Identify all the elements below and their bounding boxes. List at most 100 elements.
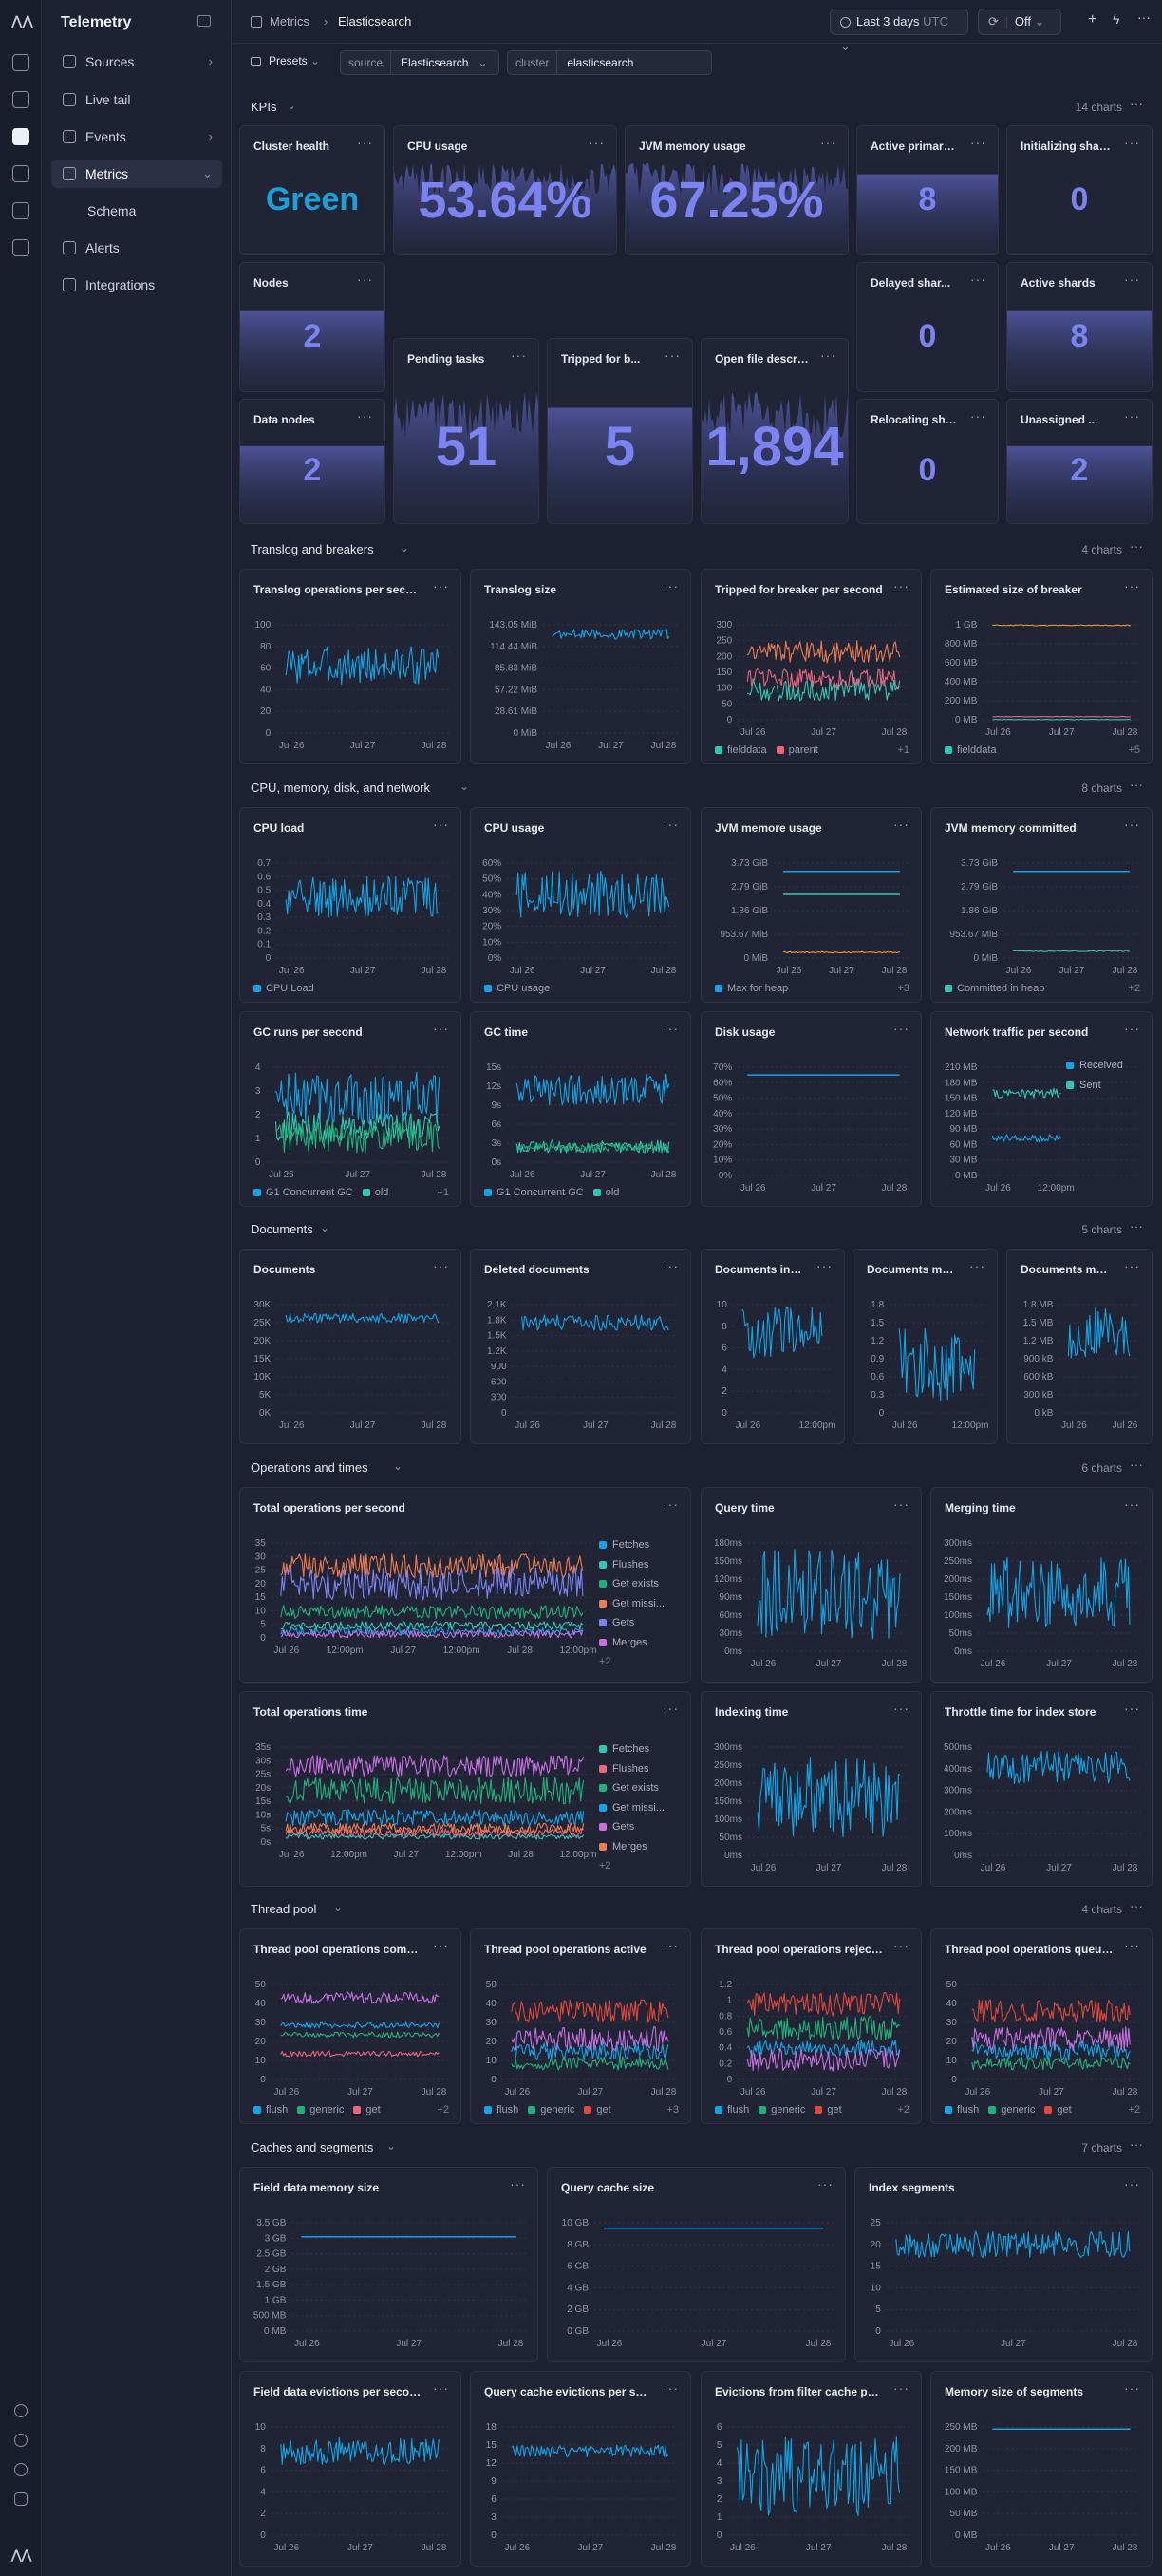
legend-item[interactable]: flush — [253, 2104, 288, 2115]
legend-item[interactable]: fielddata — [945, 744, 997, 756]
kpi-card-unassigned[interactable]: Unassigned ... ··· 2 — [1006, 399, 1153, 524]
cluster-filter[interactable]: cluster elasticsearch — [507, 50, 712, 75]
kpi-card-cluster-health[interactable]: Cluster health ··· Green — [239, 125, 385, 255]
sidebar-item-events[interactable]: Events › — [51, 122, 222, 151]
chart-card-cpu-usage[interactable]: CPU usage ··· 60% 50% 40% 30% 20% 10% 0% Jul 26 Ju… — [470, 807, 691, 1003]
chart-card-merging-time[interactable]: Merging time ··· 300ms 250ms 200ms 150ms 100ms… — [930, 1487, 1153, 1683]
more-options-icon[interactable]: ··· — [1130, 1218, 1143, 1233]
chart-card-filter-evictions[interactable]: Evictions from filter cache per se...···… — [701, 2371, 922, 2567]
legend-item[interactable]: get — [353, 2104, 381, 2115]
legend-more[interactable]: +3 — [897, 983, 909, 994]
add-icon[interactable]: + — [1088, 11, 1096, 28]
legend-item[interactable]: Get missi... — [599, 1598, 665, 1618]
legend-item[interactable]: Received — [1066, 1060, 1123, 1080]
legend-item[interactable]: CPU Load — [253, 983, 314, 994]
help-icon[interactable] — [14, 2434, 28, 2447]
more-options-icon[interactable]: ··· — [1130, 1898, 1143, 1913]
lightning-icon[interactable]: ϟ — [1113, 11, 1119, 27]
legend-item[interactable]: Flushes — [599, 1559, 665, 1579]
legend-more[interactable]: +2 — [599, 1860, 665, 1880]
more-options-icon[interactable]: ··· — [1137, 9, 1151, 25]
legend-item[interactable]: get — [815, 2104, 842, 2115]
more-options-icon[interactable]: ··· — [970, 272, 986, 287]
chart-card-docs-merged-size[interactable]: Documents merge...···1.8 MB1.5 MB1.2 MB9… — [1006, 1249, 1153, 1444]
incidents-icon[interactable] — [12, 165, 29, 182]
chart-card-network[interactable]: Network traffic per second ··· 210 MB 180 M… — [930, 1011, 1153, 1207]
more-options-icon[interactable]: ··· — [1130, 777, 1143, 792]
legend-more[interactable]: +5 — [1128, 744, 1140, 756]
legend-more[interactable]: +2 — [897, 2104, 909, 2115]
theme-icon[interactable] — [14, 2463, 28, 2476]
legend-item[interactable]: Merges — [599, 1841, 665, 1861]
monitor-icon[interactable] — [12, 91, 29, 108]
kpi-card-cpu-usage[interactable]: CPU usage ··· 53.64% — [393, 125, 617, 255]
time-range-picker[interactable]: Last 3 days UTC ⌄ — [830, 9, 968, 53]
chart-card-gc-time[interactable]: GC time ··· 15s 12s 9s 6s 3s 0s Jul 26 Jul 27 Jul … — [470, 1011, 691, 1207]
section-kpis[interactable]: KPIs ⌄ 14 charts ··· — [251, 96, 1143, 120]
sidebar-item-schema[interactable]: Schema — [51, 197, 222, 225]
user-avatar-icon[interactable]: ⋀⋀ — [11, 2548, 31, 2563]
chart-card-documents[interactable]: Documents ··· 30K 25K 20K 15K 10K 5K 0K Jul 26 Jul… — [239, 1249, 461, 1444]
chart-card-total-ops[interactable]: Total operations per second ··· 35 30 25 20 15… — [239, 1487, 691, 1683]
legend-item[interactable]: Fetches — [599, 1539, 665, 1559]
kpi-card-delayed[interactable]: Delayed shar... ··· 0 — [856, 262, 999, 392]
section-ops[interactable]: Operations and times ⌄ 6 charts ··· — [251, 1457, 1143, 1480]
more-options-icon[interactable]: ··· — [1130, 1457, 1143, 1472]
kpi-card-open-files[interactable]: Open file descripto...···1,894 — [701, 338, 849, 524]
legend-item[interactable]: fielddata — [715, 744, 767, 756]
chart-card-query-time[interactable]: Query time ··· 180ms 150ms 120ms 90ms 60ms 30ms… — [701, 1487, 922, 1683]
chart-card-fd-evictions[interactable]: Field data evictions per second ··· 10 8 6 4 2… — [239, 2371, 461, 2567]
presets-button[interactable]: Presets ⌄ — [251, 54, 320, 67]
legend-item[interactable]: Get exists — [599, 1578, 665, 1598]
collapse-sidebar-icon[interactable] — [197, 15, 211, 27]
refresh-control[interactable]: ⟳ Off ⌄ — [978, 9, 1061, 35]
kpi-card-active-primary[interactable]: Active primary sha...···8 — [856, 125, 999, 255]
dashboards-icon[interactable] — [12, 202, 29, 219]
legend-more[interactable]: +2 — [1128, 2104, 1140, 2115]
chart-card-docs-merged[interactable]: Documents merge...···1.81.51.20.90.60.30… — [853, 1249, 998, 1444]
chart-card-tripped-breaker[interactable]: Tripped for breaker per second ··· 300 250 2… — [701, 569, 922, 764]
chart-card-tp-completed[interactable]: Thread pool operations completed...···50… — [239, 1928, 461, 2124]
chart-card-translog-size[interactable]: Translog size ··· 143.05 MiB 114.44 MiB 85.8… — [470, 569, 691, 764]
chart-card-total-ops-time[interactable]: Total operations time ··· 35s 30s 25s 20s 15s 1… — [239, 1691, 691, 1887]
kpi-card-active-shards[interactable]: Active shards ··· 8 — [1006, 262, 1153, 392]
legend-item[interactable]: Get missi... — [599, 1802, 665, 1822]
kpi-card-relocating[interactable]: Relocating shards ··· 0 — [856, 399, 999, 524]
legend-more[interactable]: +2 — [437, 2104, 449, 2115]
more-options-icon[interactable]: ··· — [1130, 96, 1143, 111]
telemetry-icon[interactable] — [12, 128, 29, 145]
more-options-icon[interactable]: ··· — [970, 408, 986, 423]
notifications-icon[interactable] — [14, 2404, 28, 2417]
settings-icon[interactable] — [14, 2492, 28, 2506]
kpi-card-tripped[interactable]: Tripped for b... ··· 5 — [547, 338, 693, 524]
section-caches[interactable]: Caches and segments ⌄ 7 charts ··· — [251, 2136, 1143, 2160]
chart-card-qc-evictions[interactable]: Query cache evictions per second ··· 18 15 1… — [470, 2371, 691, 2567]
legend-more[interactable]: +2 — [599, 1656, 665, 1676]
section-tp[interactable]: Thread pool ⌄ 4 charts ··· — [251, 1898, 1143, 1922]
sidebar-item-integrations[interactable]: Integrations — [51, 271, 222, 299]
legend-item[interactable]: generic — [528, 2104, 574, 2115]
kpi-card-jvm-memory[interactable]: JVM memory usage ··· 67.25% — [625, 125, 849, 255]
section-translog[interactable]: Translog and breakers ⌄ 4 charts ··· — [251, 538, 1143, 562]
chart-card-cpu-load[interactable]: CPU load ··· 0.7 0.6 0.5 0.4 0.3 0.2 0.1 0 Jul 26 J… — [239, 807, 461, 1003]
more-options-icon[interactable]: ··· — [357, 135, 373, 150]
chart-card-tp-rejected[interactable]: Thread pool operations rejected p...···1… — [701, 1928, 922, 2124]
legend-item[interactable]: G1 Concurrent GC — [253, 1187, 353, 1198]
legend-item[interactable]: Gets — [599, 1821, 665, 1841]
logo-icon[interactable]: ⋀⋀ — [11, 13, 33, 28]
chart-card-translog-ops[interactable]: Translog operations per second ··· 100 80 60… — [239, 569, 461, 764]
more-options-icon[interactable]: ··· — [1130, 2136, 1143, 2152]
chart-card-deleted-docs[interactable]: Deleted documents ··· 2.1K 1.8K 1.5K 1.2K 900 6… — [470, 1249, 691, 1444]
section-cpu[interactable]: CPU, memory, disk, and network ⌄ 8 charts ·… — [251, 777, 1143, 800]
kpi-card-nodes[interactable]: Nodes ··· 2 — [239, 262, 385, 392]
chart-card-tp-active[interactable]: Thread pool operations active ··· 50 40 30 20… — [470, 1928, 691, 2124]
legend-item[interactable]: Get exists — [599, 1782, 665, 1802]
legend-item[interactable]: get — [584, 2104, 611, 2115]
legend-item[interactable]: generic — [297, 2104, 344, 2115]
kpi-card-data-nodes[interactable]: Data nodes ··· 2 — [239, 399, 385, 524]
sidebar-item-sources[interactable]: Sources › — [51, 47, 222, 76]
legend-item[interactable]: Gets — [599, 1617, 665, 1637]
legend-item[interactable]: flush — [484, 2104, 518, 2115]
chart-card-index-segments[interactable]: Index segments ··· 25 20 15 10 5 0 Jul 26 Jul 27 J… — [854, 2167, 1153, 2362]
legend-more[interactable]: +2 — [1128, 983, 1140, 994]
